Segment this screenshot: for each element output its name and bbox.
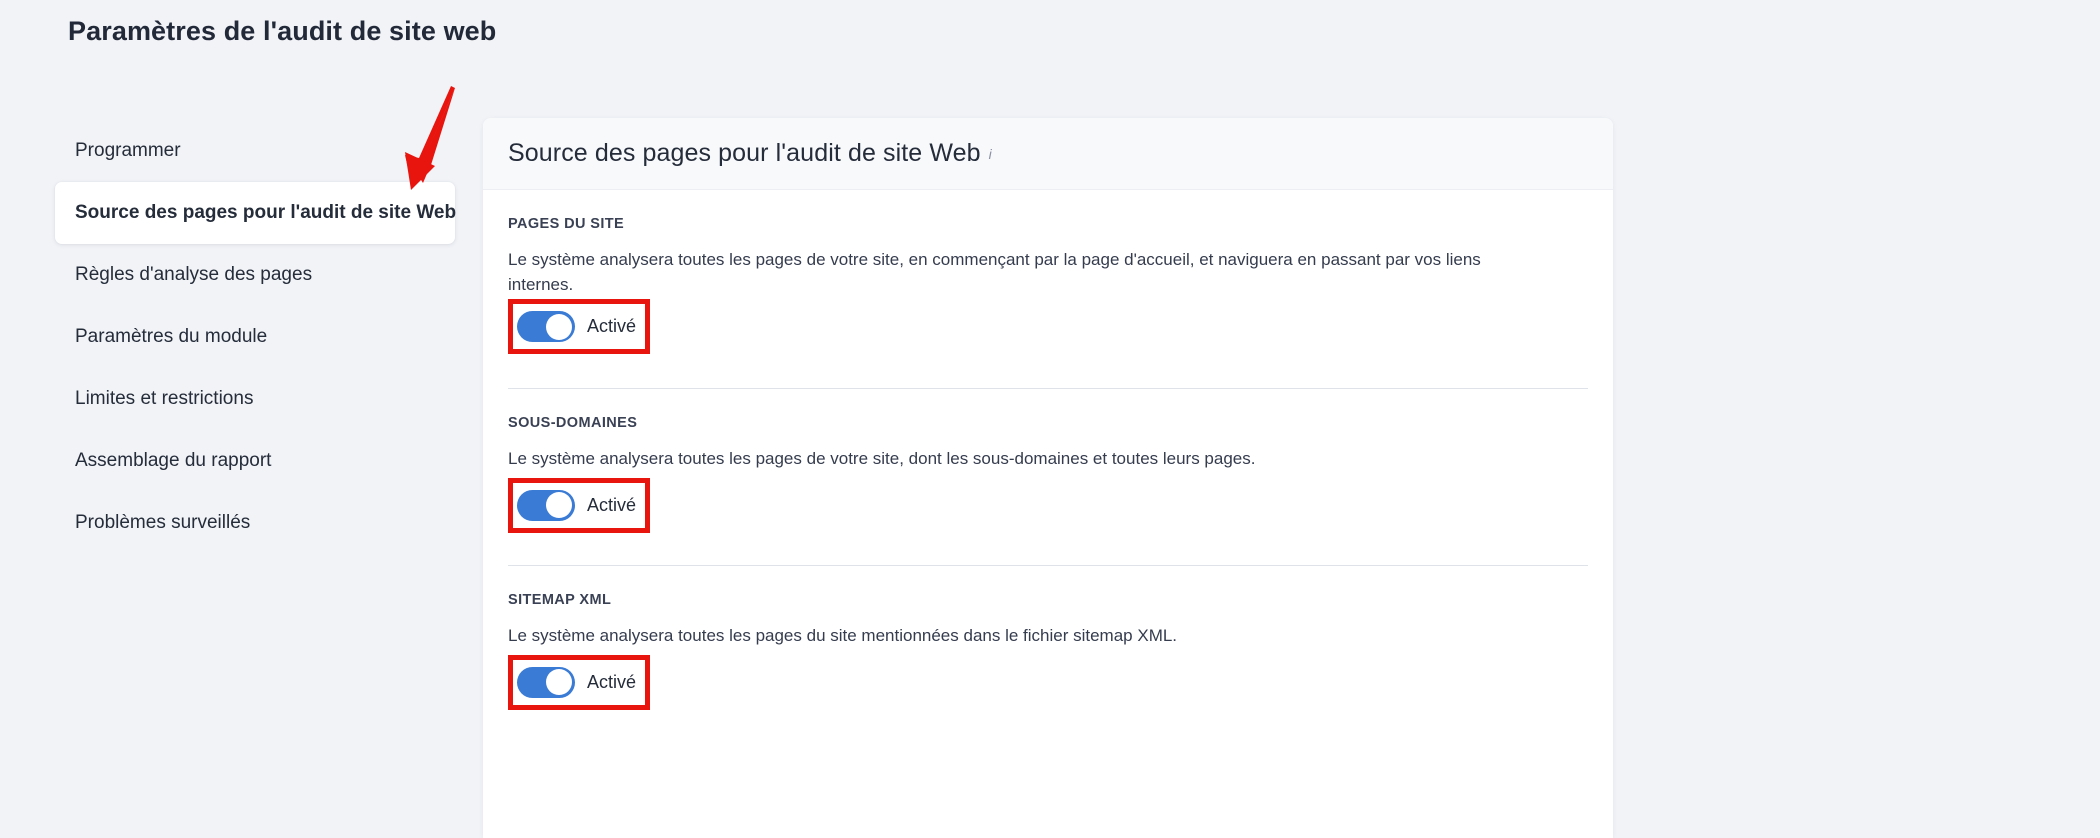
settings-sidebar: Programmer Source des pages pour l'audit… bbox=[0, 120, 470, 554]
sidebar-item-programmer[interactable]: Programmer bbox=[0, 120, 470, 182]
panel-body: PAGES DU SITE Le système analysera toute… bbox=[483, 190, 1613, 742]
section-label: SOUS-DOMAINES bbox=[508, 415, 638, 432]
toggle-knob bbox=[546, 313, 572, 340]
toggle-switch-icon[interactable] bbox=[517, 311, 575, 343]
setting-section-sitemap-xml: SITEMAP XML Le système analysera toutes … bbox=[508, 564, 1588, 742]
setting-section-sous-domaines: SOUS-DOMAINES Le système analysera toute… bbox=[508, 388, 1588, 565]
info-icon[interactable]: i bbox=[989, 146, 992, 162]
toggle-annotation-wrapper: Activé bbox=[508, 654, 651, 710]
toggle-annotation-wrapper: Activé bbox=[508, 477, 651, 533]
toggle-pages-du-site[interactable]: Activé bbox=[508, 299, 650, 354]
toggle-sous-domaines[interactable]: Activé bbox=[508, 478, 650, 533]
toggle-state-label: Activé bbox=[587, 494, 637, 515]
panel-header: Source des pages pour l'audit de site We… bbox=[483, 118, 1613, 190]
toggle-switch-icon[interactable] bbox=[517, 666, 575, 698]
sidebar-item-regles-danalyse[interactable]: Règles d'analyse des pages bbox=[0, 244, 470, 306]
section-label: PAGES DU SITE bbox=[508, 216, 625, 232]
toggle-knob bbox=[546, 492, 572, 519]
sidebar-item-label: Règles d'analyse des pages bbox=[75, 264, 313, 285]
sidebar-item-source-des-pages[interactable]: Source des pages pour l'audit de site We… bbox=[55, 182, 457, 244]
page-title: Paramètres de l'audit de site web bbox=[68, 16, 497, 46]
sidebar-item-label: Paramètres du module bbox=[75, 326, 268, 347]
panel-title: Source des pages pour l'audit de site We… bbox=[508, 139, 981, 167]
toggle-state-label: Activé bbox=[587, 316, 637, 337]
toggle-switch-icon[interactable] bbox=[517, 489, 575, 521]
sidebar-item-assemblage-du-rapport[interactable]: Assemblage du rapport bbox=[0, 430, 470, 492]
sidebar-item-limites-et-restrictions[interactable]: Limites et restrictions bbox=[0, 368, 470, 430]
sidebar-item-parametres-du-module[interactable]: Paramètres du module bbox=[0, 306, 470, 368]
section-label: SITEMAP XML bbox=[508, 591, 612, 608]
sidebar-item-label: Assemblage du rapport bbox=[75, 450, 272, 471]
toggle-state-label: Activé bbox=[587, 671, 637, 692]
section-description: Le système analysera toutes les pages de… bbox=[508, 250, 1481, 294]
section-description: Le système analysera toutes les pages du… bbox=[508, 625, 1178, 645]
settings-panel: Source des pages pour l'audit de site We… bbox=[483, 118, 1613, 838]
sidebar-item-problemes-surveilles[interactable]: Problèmes surveillés bbox=[0, 492, 470, 554]
setting-section-pages-du-site: PAGES DU SITE Le système analysera toute… bbox=[508, 190, 1588, 388]
sidebar-item-label: Source des pages pour l'audit de site We… bbox=[75, 202, 457, 223]
sidebar-item-label: Programmer bbox=[75, 140, 181, 161]
toggle-knob bbox=[546, 669, 572, 696]
sidebar-item-label: Problèmes surveillés bbox=[75, 512, 251, 533]
sidebar-item-label: Limites et restrictions bbox=[75, 388, 254, 409]
toggle-annotation-wrapper: Activé bbox=[508, 299, 651, 355]
section-description: Le système analysera toutes les pages de… bbox=[508, 449, 1256, 469]
toggle-sitemap-xml[interactable]: Activé bbox=[508, 655, 650, 710]
